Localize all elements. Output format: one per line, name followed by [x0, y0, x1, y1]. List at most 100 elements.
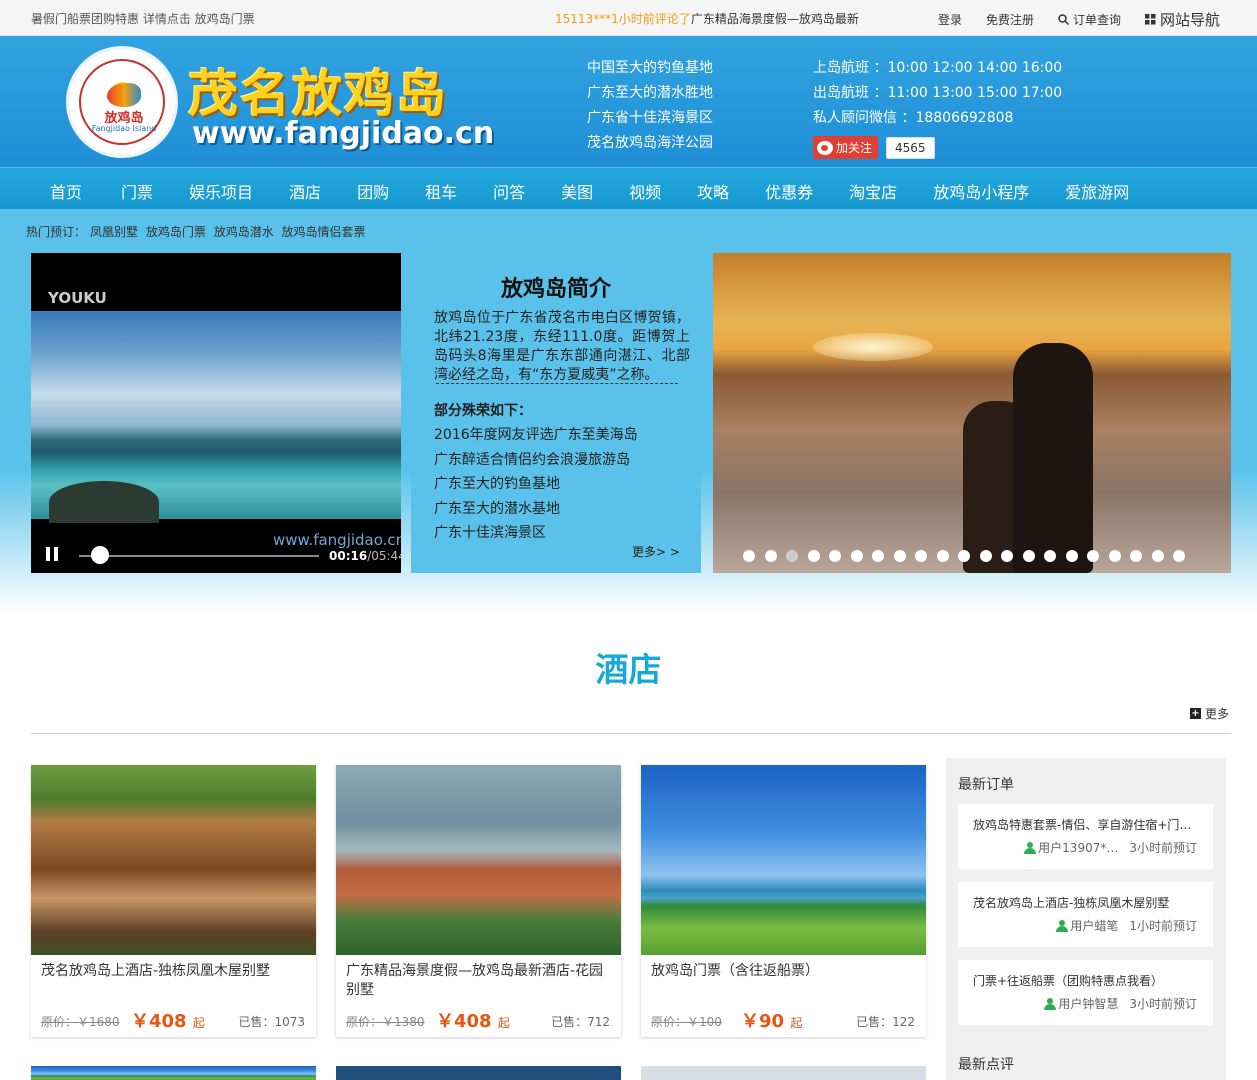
search-icon [1058, 14, 1069, 25]
price-value: ￥408 [436, 1011, 492, 1032]
nav-item-video[interactable]: 视频 [629, 179, 661, 203]
slider-dot[interactable] [1151, 550, 1164, 562]
promo-link[interactable]: 暑假门船票团购特惠 详情点击 放鸡岛门票 [31, 10, 255, 27]
weibo-follower-count: 4565 [886, 136, 935, 159]
slider-dot[interactable] [1173, 550, 1185, 562]
slider-dot[interactable] [1022, 550, 1035, 562]
product-image[interactable] [31, 765, 316, 955]
slider-dot[interactable] [1108, 550, 1121, 562]
order-time: 1小时前预订 [1129, 919, 1197, 933]
feature-list: 中国至大的钓鱼基地 广东至大的潜水胜地 广东省十佳滨海景区 茂名放鸡岛海洋公园 [587, 56, 713, 156]
slider-dot[interactable] [1065, 550, 1078, 562]
slider-dot[interactable] [1001, 550, 1013, 562]
feature-item: 广东至大的潜水胜地 [587, 85, 713, 101]
weibo-follow-button[interactable]: 加关注 [813, 136, 879, 159]
nav-item-travel-site[interactable]: 爱旅游网 [1065, 179, 1129, 203]
nav-item-tickets[interactable]: 门票 [121, 179, 153, 203]
user-icon [1044, 997, 1057, 1010]
nav-item-group-buy[interactable]: 团购 [357, 179, 389, 203]
slider-dot[interactable] [936, 550, 949, 562]
top-links: 登录 免费注册 订单查询 网站导航 [938, 9, 1220, 30]
flight-value: ：10:00 12:00 14:00 16:00 [873, 60, 1063, 76]
ticker-text: 广东精品海景度假—放鸡岛最新 [690, 12, 859, 26]
product-card-partial[interactable] [641, 1066, 926, 1080]
product-card[interactable]: 广东精品海景度假—放鸡岛最新酒店-花园别墅 原价：￥1380 ￥408 起 已售… [336, 765, 621, 1037]
nav-item-taobao[interactable]: 淘宝店 [849, 179, 897, 203]
hot-item[interactable]: 凤凰别墅 [90, 225, 138, 239]
chicken-icon [107, 83, 141, 107]
slider-dot[interactable] [1044, 550, 1056, 562]
product-name[interactable]: 广东精品海景度假—放鸡岛最新酒店-花园别墅 [346, 962, 611, 1000]
product-name[interactable]: 茂名放鸡岛上酒店-独栋凤凰木屋别墅 [41, 962, 306, 981]
order-item[interactable]: 门票+往返船票（团购特惠点我看） 用户钟智慧 3小时前预订 [958, 960, 1213, 1025]
slider-dot[interactable] [829, 550, 841, 562]
slider-dot[interactable] [893, 550, 906, 562]
slider-dot[interactable] [807, 550, 820, 562]
price-value: ￥408 [131, 1011, 187, 1032]
nav-item-entertainment[interactable]: 娱乐项目 [189, 179, 253, 203]
hot-item[interactable]: 放鸡岛情侣套票 [282, 225, 366, 239]
nav-item-qa[interactable]: 问答 [493, 179, 525, 203]
order-title[interactable]: 放鸡岛特惠套票-情侣、享自游住宿+门… [973, 816, 1198, 833]
register-link[interactable]: 免费注册 [986, 11, 1034, 28]
site-logo[interactable]: 放鸡岛 Fangjidao Island [66, 46, 178, 158]
slider-dot[interactable] [958, 550, 970, 562]
video-progress-track[interactable] [79, 555, 319, 557]
hot-item[interactable]: 放鸡岛门票 [146, 225, 206, 239]
intro-title: 放鸡岛简介 [500, 277, 611, 302]
feature-item: 茂名放鸡岛海洋公园 [587, 135, 713, 151]
honor-item: 广东至大的钓鱼基地 [434, 476, 560, 493]
pause-icon[interactable] [46, 547, 58, 561]
slider-dot[interactable] [872, 550, 884, 562]
top-bar: 暑假门船票团购特惠 详情点击 放鸡岛门票 15113***1小时前评论了广东精品… [0, 0, 1257, 36]
flight-label: 出岛航班 [813, 85, 869, 101]
flight-row: 上岛航班 ：10:00 12:00 14:00 16:00 [813, 56, 1062, 81]
nav-item-hotel[interactable]: 酒店 [289, 179, 321, 203]
hero-slider[interactable] [713, 253, 1231, 573]
nav-item-car-rental[interactable]: 租车 [425, 179, 457, 203]
nav-item-guides[interactable]: 攻略 [697, 179, 729, 203]
product-name[interactable]: 放鸡岛门票（含往返船票） [651, 962, 916, 981]
nav-item-coupons[interactable]: 优惠券 [765, 179, 813, 203]
order-item[interactable]: 放鸡岛特惠套票-情侣、享自游住宿+门… 用户13907*… 3小时前预订 [958, 804, 1213, 869]
order-query-link[interactable]: 订单查询 [1058, 11, 1121, 28]
site-nav-link[interactable]: 网站导航 [1144, 9, 1220, 30]
product-card-partial[interactable] [31, 1066, 316, 1080]
honors-list: 2016年度网友评选广东至美海岛 广东醉适合情侣约会浪漫旅游岛 广东至大的钓鱼基… [434, 423, 638, 546]
price-unit: 起 [192, 1016, 205, 1030]
nav-item-home[interactable]: 首页 [50, 179, 82, 203]
order-title[interactable]: 门票+往返船票（团购特惠点我看） [973, 972, 1198, 989]
slider-dot[interactable] [915, 550, 927, 562]
slider-dot[interactable] [786, 550, 798, 562]
video-player[interactable]: YOUKU www.fangjidao.cn 00:16/05:44 [31, 253, 401, 573]
review-ticker[interactable]: 15113***1小时前评论了广东精品海景度假—放鸡岛最新 [555, 10, 859, 27]
order-item[interactable]: 茂名放鸡岛上酒店-独栋凤凰木屋别墅 用户蜡笔 1小时前预订 [958, 882, 1213, 947]
intro-more-link[interactable]: 更多> > [632, 543, 680, 560]
slider-dot[interactable] [979, 550, 992, 562]
slider-dot[interactable] [743, 550, 755, 562]
login-link[interactable]: 登录 [938, 11, 962, 28]
sale-price: ￥90 起 [741, 1007, 802, 1033]
slider-dot[interactable] [1130, 550, 1142, 562]
weibo-icon [817, 140, 833, 155]
grid-icon [1144, 14, 1156, 25]
product-card[interactable]: 茂名放鸡岛上酒店-独栋凤凰木屋别墅 原价：￥1680 ￥408 起 已售：107… [31, 765, 316, 1037]
slider-dot[interactable] [1087, 550, 1099, 562]
hot-item[interactable]: 放鸡岛潜水 [214, 225, 274, 239]
site-header: 放鸡岛 Fangjidao Island 茂名放鸡岛 www.fangjidao… [0, 36, 1257, 167]
feature-item: 广东省十佳滨海景区 [587, 110, 713, 126]
slider-dots [743, 550, 1185, 562]
slider-dot[interactable] [764, 550, 777, 562]
slider-dot[interactable] [850, 550, 863, 562]
section-more-link[interactable]: + 更多 [1190, 705, 1229, 722]
flight-label: 私人顾问微信 [813, 110, 897, 126]
nav-item-mini-program[interactable]: 放鸡岛小程序 [933, 179, 1029, 203]
product-image[interactable] [336, 765, 621, 955]
product-image[interactable] [641, 765, 926, 955]
product-card[interactable]: 放鸡岛门票（含往返船票） 原价：￥100 ￥90 起 已售：122 [641, 765, 926, 1037]
video-frame [31, 311, 401, 523]
product-card-partial[interactable] [336, 1066, 621, 1080]
video-progress-handle[interactable] [91, 546, 109, 564]
nav-item-gallery[interactable]: 美图 [561, 179, 593, 203]
order-title[interactable]: 茂名放鸡岛上酒店-独栋凤凰木屋别墅 [973, 894, 1198, 911]
